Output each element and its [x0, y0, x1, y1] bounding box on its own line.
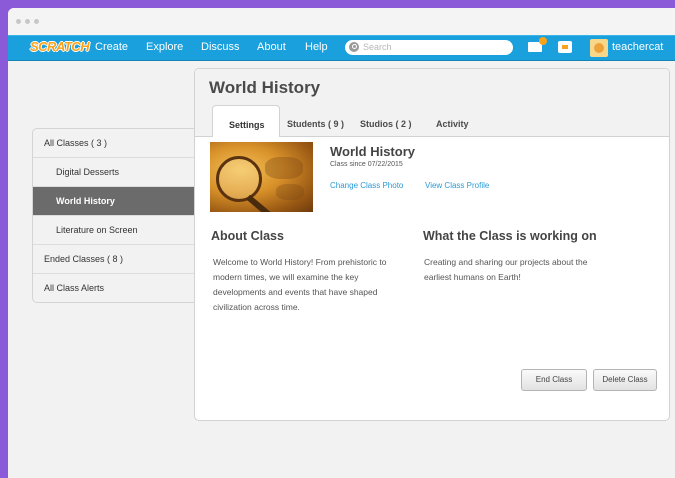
map-landmass [276, 184, 304, 200]
working-on-line: earliest humans on Earth! [424, 272, 521, 282]
class-since-date: Class since 07/22/2015 [330, 161, 403, 168]
sidebar-item-digital-desserts[interactable]: Digital Desserts [33, 158, 195, 187]
magnifier-handle [246, 194, 273, 212]
nav-explore[interactable]: Explore [146, 41, 183, 53]
my-stuff-icon[interactable] [558, 41, 572, 53]
magnifier-icon [216, 156, 262, 202]
tab-settings-label: Settings [229, 120, 265, 130]
about-class-heading: About Class [211, 229, 284, 243]
nav-about[interactable]: About [257, 41, 286, 53]
scratch-logo[interactable]: SCRATCH [30, 39, 90, 54]
search-input[interactable] [363, 41, 503, 53]
view-class-profile-link[interactable]: View Class Profile [425, 181, 489, 190]
working-on-line: Creating and sharing our projects about … [424, 257, 588, 267]
delete-class-button[interactable]: Delete Class [593, 369, 657, 391]
window-minimize-dot[interactable] [25, 19, 30, 24]
about-class-line: developments and events that have shaped [213, 287, 378, 297]
nav-help[interactable]: Help [305, 41, 328, 53]
about-class-text: Welcome to World History! From prehistor… [213, 255, 387, 315]
class-photo [210, 142, 313, 212]
username[interactable]: teachercat [612, 41, 663, 53]
tab-studios[interactable]: Studios ( 2 ) [360, 119, 412, 129]
map-landmass [265, 157, 303, 179]
sidebar-item-ended-classes[interactable]: Ended Classes ( 8 ) [33, 245, 195, 274]
user-avatar[interactable] [590, 39, 608, 57]
message-count-badge [539, 37, 547, 45]
tab-settings[interactable]: Settings [212, 105, 280, 137]
nav-discuss[interactable]: Discuss [201, 41, 240, 53]
search-icon [349, 42, 359, 52]
window-close-dot[interactable] [16, 19, 21, 24]
sidebar-item-world-history[interactable]: World History [33, 187, 195, 216]
end-class-button[interactable]: End Class [521, 369, 587, 391]
title-bar [8, 8, 675, 35]
about-class-line: civilization across time. [213, 302, 300, 312]
sidebar-item-all-classes[interactable]: All Classes ( 3 ) [33, 129, 195, 158]
tab-students[interactable]: Students ( 9 ) [287, 119, 344, 129]
browser-window: SCRATCH Create Explore Discuss About Hel… [8, 8, 675, 478]
about-class-line: Welcome to World History! From prehistor… [213, 257, 387, 267]
top-navbar: SCRATCH Create Explore Discuss About Hel… [8, 35, 675, 61]
class-sidebar: All Classes ( 3 ) Digital Desserts World… [32, 128, 196, 303]
class-name: World History [330, 144, 415, 159]
class-panel: World History Settings Students ( 9 ) St… [194, 68, 670, 421]
page-title: World History [209, 78, 321, 97]
sidebar-item-all-class-alerts[interactable]: All Class Alerts [33, 274, 195, 302]
search-box [345, 40, 513, 55]
nav-create[interactable]: Create [95, 41, 128, 53]
window-maximize-dot[interactable] [34, 19, 39, 24]
sidebar-item-literature-on-screen[interactable]: Literature on Screen [33, 216, 195, 245]
change-class-photo-link[interactable]: Change Class Photo [330, 181, 403, 190]
working-on-text: Creating and sharing our projects about … [424, 255, 588, 285]
tab-activity[interactable]: Activity [436, 119, 469, 129]
about-class-line: modern times, we will examine the key [213, 272, 359, 282]
panel-header: World History Settings Students ( 9 ) St… [195, 69, 669, 137]
working-on-heading: What the Class is working on [423, 229, 597, 243]
